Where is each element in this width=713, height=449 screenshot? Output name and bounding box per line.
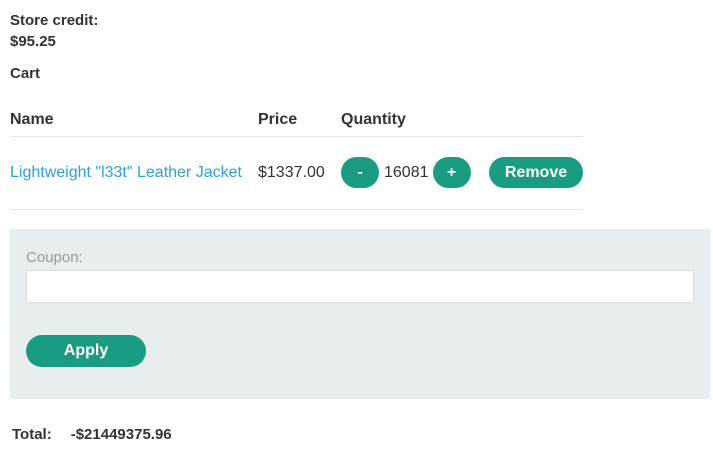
cart-cell-quantity: - 16081 + <box>341 136 489 210</box>
order-total: Total: -$21449375.96 <box>12 426 172 443</box>
apply-coupon-button[interactable]: Apply <box>26 335 146 367</box>
product-price: $1337.00 <box>258 163 325 181</box>
increment-quantity-button[interactable]: + <box>432 157 471 188</box>
remove-item-button[interactable]: Remove <box>489 157 583 188</box>
decrement-quantity-button[interactable]: - <box>341 157 379 188</box>
total-label: Total: <box>12 426 52 443</box>
column-header-price: Price <box>258 104 341 137</box>
store-credit: Store credit: $95.25 <box>10 10 98 52</box>
quantity-value: 16081 <box>384 163 429 181</box>
cart-heading: Cart <box>10 65 41 82</box>
product-link[interactable]: Lightweight "l33t" Leather Jacket <box>10 164 242 181</box>
coupon-panel: Coupon: Apply <box>10 229 710 399</box>
cart-header-row: Name Price Quantity <box>10 104 583 137</box>
store-credit-value: $95.25 <box>10 33 56 50</box>
column-header-quantity: Quantity <box>341 104 489 137</box>
cart-cell-price: $1337.00 <box>258 136 341 210</box>
coupon-label: Coupon: <box>26 249 83 266</box>
column-header-actions <box>489 104 583 137</box>
cart-table: Name Price Quantity Lightweight "l33t" L… <box>10 104 583 210</box>
total-value: -$21449375.96 <box>70 426 172 443</box>
store-credit-label: Store credit: <box>10 12 99 29</box>
cart-cell-name: Lightweight "l33t" Leather Jacket <box>10 136 258 210</box>
coupon-input[interactable] <box>26 270 694 303</box>
column-header-name: Name <box>10 104 258 137</box>
quantity-stepper: - 16081 + <box>341 157 489 188</box>
cart-cell-actions: Remove <box>489 136 583 210</box>
cart-row: Lightweight "l33t" Leather Jacket $1337.… <box>10 136 583 210</box>
